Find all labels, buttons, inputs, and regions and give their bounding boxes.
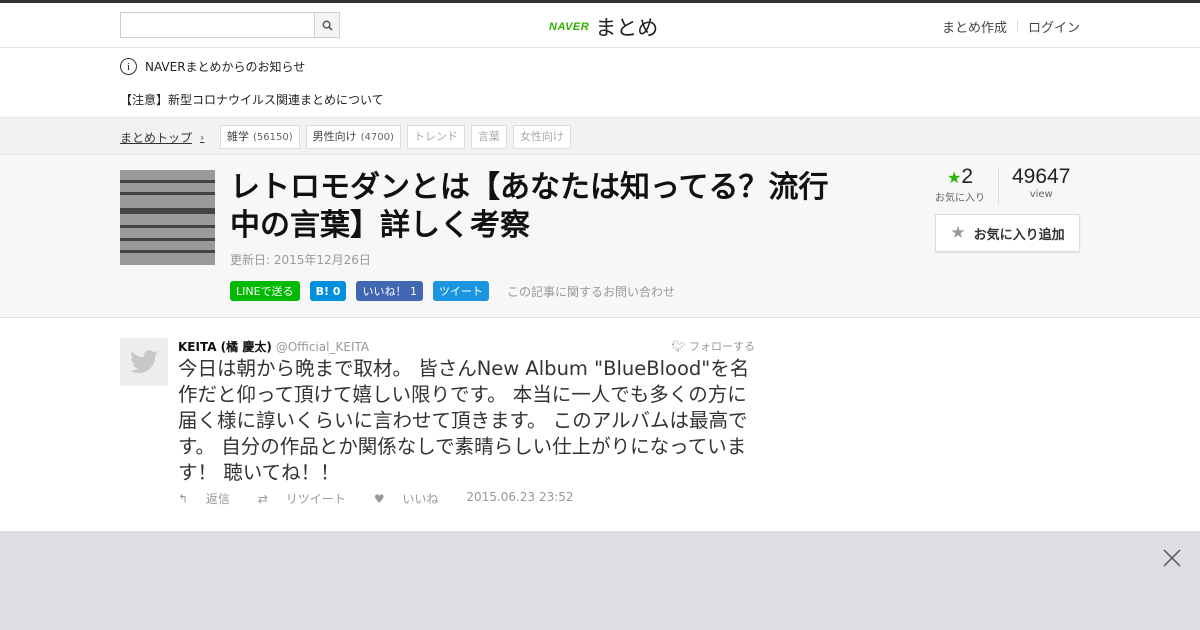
tag-label: 雑学 — [227, 130, 249, 143]
hatena-bookmark-button[interactable]: B! 0 — [309, 281, 347, 301]
notice-heading: i NAVERまとめからのお知らせ — [120, 58, 305, 75]
search-input[interactable] — [121, 13, 314, 37]
tweet-date[interactable]: 2015.06.23 23:52 — [466, 490, 573, 507]
inquiry-link[interactable]: この記事に関するお問い合わせ — [507, 283, 675, 300]
nav-divider — [1016, 20, 1018, 32]
info-icon: i — [120, 58, 137, 75]
notice-area: i NAVERまとめからのお知らせ 【注意】新型コロナウイルス関連まとめについて — [0, 48, 1200, 118]
view-count: 49647 view — [1012, 165, 1070, 205]
follow-label: フォローする — [689, 340, 755, 353]
favorite-number: 2 — [961, 165, 974, 188]
logo-brand: NAVER — [549, 21, 590, 33]
retweet-label: リツイート — [285, 492, 346, 506]
line-share-button[interactable]: LINEで送る — [230, 281, 300, 301]
tag-kotoba[interactable]: 言葉 — [470, 125, 507, 149]
retweet-icon: ⇄ — [257, 492, 268, 506]
tag-label: トレンド — [413, 130, 458, 143]
logo-service: まとめ — [595, 16, 659, 40]
retweet-button[interactable]: ⇄ リツイート — [258, 490, 360, 507]
search-box — [120, 12, 340, 38]
header-nav: まとめ作成 ログイン — [942, 17, 1080, 36]
article-header: レトロモダンとは【あなたは知ってる？流行中の言葉】詳しく考察 更新日: 2015… — [0, 155, 1200, 318]
twitter-bird-icon: 🐦︎ — [671, 340, 686, 353]
reply-label: 返信 — [205, 492, 230, 506]
tag-womens[interactable]: 女性向け — [512, 125, 571, 149]
tweet-author[interactable]: KEITA (橘 慶太) @Official_KEITA — [178, 338, 369, 355]
search-button[interactable] — [314, 13, 339, 37]
breadcrumb-bar: まとめトップ › 雑学 (56150) 男性向け (4700) トレンド 言葉 女性… — [0, 118, 1200, 155]
reply-icon: ↰ — [178, 492, 189, 506]
notice-title: NAVERまとめからのお知らせ — [145, 60, 306, 74]
site-header: NAVER まとめ まとめ作成 ログイン — [0, 3, 1200, 48]
notice-link[interactable]: 【注意】新型コロナウイルス関連まとめについて — [120, 91, 384, 108]
tag-label: 言葉 — [477, 130, 500, 143]
tag-count: (56150) — [253, 132, 293, 143]
tweet-button[interactable]: ツイート — [432, 281, 489, 301]
tag-label: 男性向け — [312, 130, 357, 143]
close-icon[interactable] — [1163, 549, 1181, 567]
follow-button[interactable]: 🐦︎ フォローする — [672, 338, 755, 354]
breadcrumb: まとめトップ › — [120, 129, 204, 146]
updated-date: 更新日: 2015年12月26日 — [230, 253, 371, 267]
reply-button[interactable]: ↰ 返信 — [178, 490, 244, 507]
stats-divider — [998, 169, 999, 205]
tag-trend[interactable]: トレンド — [406, 125, 465, 149]
view-label: view — [1029, 189, 1053, 200]
star-outline-icon: ★ — [950, 223, 966, 243]
facebook-like-button[interactable]: いいね！ 1 — [356, 281, 423, 301]
category-tags: 雑学 (56150) 男性向け (4700) トレンド 言葉 女性向け — [220, 125, 577, 149]
breadcrumb-top-link[interactable]: まとめトップ — [120, 129, 192, 146]
tag-zatsugaku[interactable]: 雑学 (56150) — [220, 125, 300, 149]
tag-label: 女性向け — [519, 130, 564, 143]
create-matome-link[interactable]: まとめ作成 — [942, 17, 1007, 36]
article-thumbnail — [120, 170, 215, 265]
ad-banner — [0, 531, 1200, 630]
site-logo[interactable]: NAVER まとめ — [549, 12, 658, 42]
tweet-actions: ↰ 返信 ⇄ リツイート ♥ いいね 2015.06.23 23:52 — [178, 490, 588, 507]
star-icon: ★ — [946, 170, 962, 187]
avatar[interactable] — [120, 338, 168, 386]
chevron-right-icon: › — [200, 131, 205, 144]
twitter-bird-icon — [130, 350, 158, 374]
like-button[interactable]: ♥ いいね — [374, 490, 453, 507]
add-favorite-button[interactable]: ★ お気に入り追加 — [935, 214, 1080, 252]
tag-count: (4700) — [360, 132, 394, 143]
search-icon — [322, 20, 333, 31]
tag-mens[interactable]: 男性向け (4700) — [305, 125, 401, 149]
favorite-label: お気に入り — [935, 193, 985, 204]
login-link[interactable]: ログイン — [1028, 17, 1080, 36]
share-buttons: LINEで送る B! 0 いいね！ 1 ツイート この記事に関するお問い合わせ — [230, 281, 675, 301]
add-favorite-label: お気に入り追加 — [973, 227, 1065, 243]
author-handle: @Official_KEITA — [275, 340, 370, 354]
view-number: 49647 — [1012, 165, 1071, 188]
like-label: いいね — [402, 492, 439, 506]
tweet-text: 今日は朝から晩まで取材。 皆さんNew Album "BlueBlood"を名作… — [178, 357, 750, 484]
article-stats: ★2 お気に入り 49647 view — [935, 165, 1070, 205]
favorite-count: ★2 お気に入り — [935, 165, 985, 205]
author-name: KEITA (橘 慶太) — [178, 340, 272, 354]
heart-icon: ♥ — [373, 492, 385, 506]
page-title: レトロモダンとは【あなたは知ってる？流行中の言葉】詳しく考察 — [230, 170, 829, 243]
embedded-tweet: KEITA (橘 慶太) @Official_KEITA 🐦︎ フォローする 今日… — [0, 318, 1200, 530]
